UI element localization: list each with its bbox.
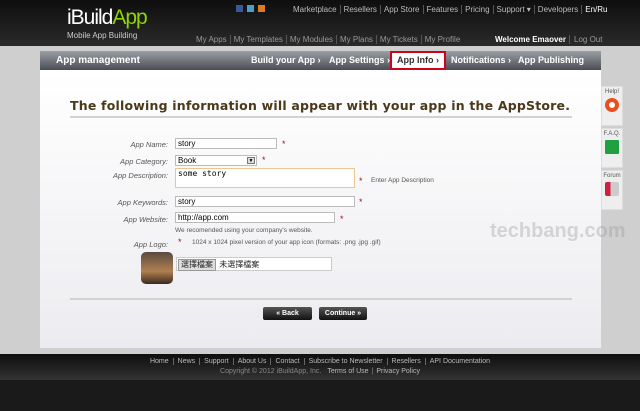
copyright-line: Copyright © 2012 iBuildApp, Inc. Terms of… xyxy=(0,368,640,375)
app-logo-preview xyxy=(141,252,173,284)
help-sidebar: Help! F.A.Q. Forum xyxy=(601,86,623,212)
app-keywords-input[interactable]: story xyxy=(175,196,355,207)
copyright: Copyright © 2012 iBuildApp, Inc. xyxy=(220,368,322,375)
facebook-icon[interactable] xyxy=(236,5,243,12)
link-my-modules[interactable]: My Modules xyxy=(286,35,338,44)
link-my-profile[interactable]: My Profile xyxy=(422,35,464,44)
footer-newsletter[interactable]: Subscribe to Newsletter xyxy=(304,358,388,365)
footer-links: Home News Support About Us Contact Subscribe … xyxy=(0,358,640,365)
welcome-area: Welcome Emaover Log Out xyxy=(495,35,603,44)
description-hint: Enter App Description xyxy=(371,177,434,184)
footer-contact[interactable]: Contact xyxy=(271,358,305,365)
app-keywords-label: App Keywords: xyxy=(117,198,168,207)
link-developers[interactable]: Developers xyxy=(534,5,583,14)
page-heading: The following information will appear wi… xyxy=(70,98,571,113)
help-button[interactable]: Help! xyxy=(601,86,623,126)
required-mark: * xyxy=(282,139,286,149)
website-hint: We recomended using your company's websi… xyxy=(175,227,313,234)
app-category-select[interactable]: Book ▼ xyxy=(175,155,257,166)
top-links: Marketplace Resellers App Store Features Pri… xyxy=(290,5,611,14)
tagline: Mobile App Building xyxy=(67,31,138,40)
book-icon xyxy=(605,140,619,154)
tab-app-publishing[interactable]: App Publishing xyxy=(518,55,584,65)
twitter-icon[interactable] xyxy=(247,5,254,12)
account-links: My Apps My Templates My Modules My Plans My … xyxy=(193,35,463,44)
link-my-templates[interactable]: My Templates xyxy=(230,35,287,44)
footer-news[interactable]: News xyxy=(173,358,201,365)
footer-api-docs[interactable]: API Documentation xyxy=(426,358,494,365)
faq-button[interactable]: F.A.Q. xyxy=(601,128,623,168)
app-management-nav: App management Build your App › App Sett… xyxy=(40,51,601,70)
app-website-label: App Website: xyxy=(123,215,168,224)
link-app-store[interactable]: App Store xyxy=(380,5,424,14)
tab-build-your-app[interactable]: Build your App › xyxy=(251,55,321,65)
terms-link[interactable]: Terms of Use xyxy=(324,368,371,375)
language-switch[interactable]: En/Ru xyxy=(582,5,610,14)
footer-resellers[interactable]: Resellers xyxy=(387,358,426,365)
link-my-tickets[interactable]: My Tickets xyxy=(376,35,422,44)
link-resellers[interactable]: Resellers xyxy=(340,5,381,14)
required-mark: * xyxy=(359,176,363,186)
app-name-input[interactable]: story xyxy=(175,138,277,149)
chevron-down-icon[interactable]: ▼ xyxy=(247,157,255,164)
megaphone-icon xyxy=(605,182,619,196)
logout-link[interactable]: Log Out xyxy=(569,35,603,44)
logo-file-input[interactable]: 選擇檔案 未選擇檔案 xyxy=(176,257,332,271)
tab-notifications[interactable]: Notifications › xyxy=(451,55,511,65)
required-mark: * xyxy=(340,214,344,224)
divider xyxy=(70,298,572,300)
tab-app-settings[interactable]: App Settings › xyxy=(329,55,390,65)
lifebuoy-icon xyxy=(605,98,619,112)
nav-title: App management xyxy=(56,55,140,66)
continue-button[interactable]: Continue » xyxy=(319,307,367,320)
app-logo-label: App Logo: xyxy=(133,240,168,249)
divider xyxy=(70,116,572,118)
welcome-text: Welcome Emaover xyxy=(495,35,566,44)
privacy-link[interactable]: Privacy Policy xyxy=(373,368,423,375)
app-description-textarea[interactable]: some story xyxy=(175,168,355,188)
required-mark: * xyxy=(262,155,266,165)
app-category-label: App Category: xyxy=(120,157,168,166)
link-my-apps[interactable]: My Apps xyxy=(193,35,231,44)
footer-about[interactable]: About Us xyxy=(233,358,272,365)
link-my-plans[interactable]: My Plans xyxy=(337,35,377,44)
file-status: 未選擇檔案 xyxy=(219,260,260,269)
required-mark: * xyxy=(359,197,363,207)
link-support[interactable]: Support ▾ xyxy=(493,5,535,14)
back-button[interactable]: « Back xyxy=(263,307,312,320)
rss-icon[interactable] xyxy=(258,5,265,12)
watermark: techbang.com xyxy=(490,220,626,242)
required-mark: * xyxy=(178,237,182,247)
top-header: iBuildApp Mobile App Building Marketplac… xyxy=(0,0,640,46)
forum-button[interactable]: Forum xyxy=(601,170,623,210)
footer: Home News Support About Us Contact Subscribe … xyxy=(0,354,640,380)
logo-hint: 1024 x 1024 pixel version of your app ic… xyxy=(192,239,381,246)
link-marketplace[interactable]: Marketplace xyxy=(290,5,341,14)
app-description-label: App Description: xyxy=(112,171,168,180)
footer-home[interactable]: Home xyxy=(145,358,174,365)
footer-support[interactable]: Support xyxy=(200,358,234,365)
app-info-panel: The following information will appear wi… xyxy=(40,70,601,348)
logo[interactable]: iBuildApp xyxy=(67,6,148,30)
tab-app-info[interactable]: App Info › xyxy=(390,51,446,70)
app-website-input[interactable]: http://app.com xyxy=(175,212,335,223)
link-features[interactable]: Features xyxy=(423,5,463,14)
link-pricing[interactable]: Pricing xyxy=(462,5,494,14)
choose-file-button[interactable]: 選擇檔案 xyxy=(178,259,216,271)
app-name-label: App Name: xyxy=(130,140,168,149)
